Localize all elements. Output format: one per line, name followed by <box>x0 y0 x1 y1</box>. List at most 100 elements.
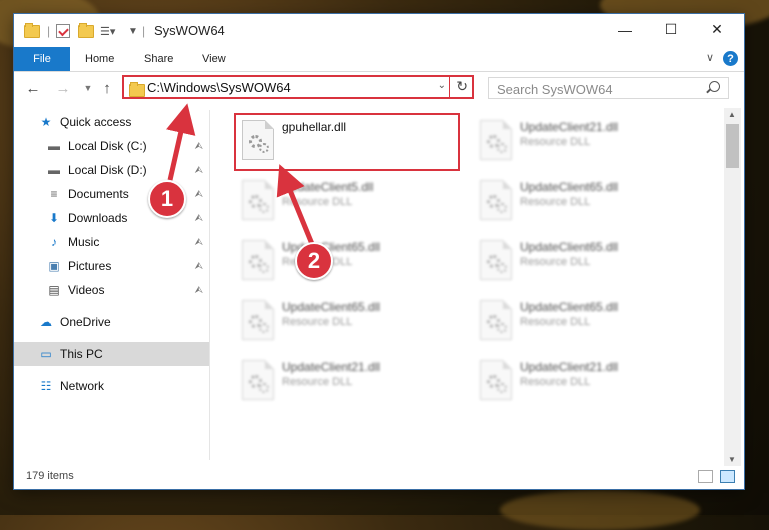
dll-file-icon <box>480 240 512 280</box>
file-name: UpdateClient65.dll <box>520 240 619 254</box>
ribbon-tabs: File Home Share View ∨ ? <box>14 47 744 72</box>
search-box[interactable] <box>488 77 729 99</box>
tab-file[interactable]: File <box>14 47 70 71</box>
properties-icon[interactable] <box>56 22 70 40</box>
file-item[interactable]: UpdateClient21.dll Resource DLL <box>234 354 464 408</box>
file-type: Resource DLL <box>520 136 591 148</box>
vertical-scrollbar[interactable]: ▲ ▼ <box>724 108 741 466</box>
sidebar-item[interactable]: ★ Quick access <box>14 110 209 134</box>
maximize-button[interactable]: ☐ <box>648 14 694 45</box>
pin-icon[interactable]: ⮙ <box>195 237 204 248</box>
details-view-button[interactable] <box>698 470 713 483</box>
sidebar-item[interactable]: ▤ Videos ⮙ <box>14 278 209 302</box>
tab-view[interactable]: View <box>202 47 226 71</box>
file-name: UpdateClient21.dll <box>520 360 619 374</box>
pin-icon[interactable]: ⮙ <box>195 141 204 152</box>
large-icons-view-button[interactable] <box>720 470 735 483</box>
recent-locations-icon[interactable]: ▼ <box>79 79 97 97</box>
file-type: Resource DLL <box>520 316 591 328</box>
step-1-badge: 1 <box>148 180 186 218</box>
navigation-bar: ← → ▼ ↑ C:\Windows\SysWOW64 ⌄ ↻ <box>14 72 744 106</box>
dll-file-icon <box>242 300 274 340</box>
file-item[interactable]: UpdateClient65.dllResource DLL <box>472 174 702 228</box>
step-2-badge: 2 <box>295 242 333 280</box>
sidebar-item-label: Documents <box>68 187 129 201</box>
sidebar-item[interactable]: ▬ Local Disk (C:) ⮙ <box>14 134 209 158</box>
help-icon[interactable]: ? <box>723 51 738 66</box>
scrollbar-thumb[interactable] <box>726 124 739 168</box>
file-type: Resource DLL <box>520 256 591 268</box>
sidebar-item-label: Music <box>68 235 100 249</box>
file-highlight-box <box>234 113 460 171</box>
address-dropdown-icon[interactable]: ⌄ <box>438 80 446 91</box>
explorer-window: | ☰▾ ▼ | SysWOW64 — ☐ ✕ File Home Share … <box>14 14 744 489</box>
file-type: Resource DLL <box>282 196 353 208</box>
tab-share[interactable]: Share <box>144 47 173 71</box>
forward-arrow-icon[interactable]: → <box>54 79 72 97</box>
file-item[interactable]: UpdateClient21.dll Resource DLL <box>472 114 702 168</box>
sidebar-item[interactable]: ☷ Network <box>14 374 209 398</box>
pin-icon[interactable]: ⮙ <box>195 285 204 296</box>
address-path[interactable]: C:\Windows\SysWOW64 <box>147 80 291 95</box>
drive-icon: ▬ <box>48 163 60 177</box>
sidebar-item-label: This PC <box>60 347 103 361</box>
sidebar-item[interactable]: ▣ Pictures ⮙ <box>14 254 209 278</box>
file-item[interactable]: UpdateClient65.dll Resource DLL <box>472 294 702 348</box>
search-icon[interactable] <box>709 81 720 92</box>
music-icon: ♪ <box>51 235 57 249</box>
scroll-down-icon[interactable]: ▼ <box>728 455 736 464</box>
window-title: SysWOW64 <box>154 23 225 38</box>
dll-file-icon <box>242 360 274 400</box>
new-folder-icon[interactable] <box>78 22 94 40</box>
address-bar[interactable]: C:\Windows\SysWOW64 ⌄ ↻ <box>122 75 474 99</box>
file-name: UpdateClient65.dll <box>520 300 619 314</box>
folder-icon <box>24 22 40 40</box>
file-item[interactable]: UpdateClient65.dllResource DLL <box>234 294 464 348</box>
tab-home[interactable]: Home <box>85 47 114 71</box>
file-name: UpdateClient5.dll <box>282 180 374 194</box>
network-icon: ☷ <box>40 379 52 393</box>
file-type: Resource DLL <box>520 376 591 388</box>
minimize-button[interactable]: — <box>602 14 648 45</box>
dll-file-icon <box>480 360 512 400</box>
file-type: Resource DLL <box>520 196 591 208</box>
dll-file-icon <box>242 180 274 220</box>
ribbon-expand-icon[interactable]: ∨ <box>706 51 714 64</box>
search-input[interactable] <box>495 80 704 98</box>
sidebar-item-label: Local Disk (C:) <box>68 139 147 153</box>
scroll-up-icon[interactable]: ▲ <box>728 110 736 119</box>
sidebar-item[interactable]: ▬ Local Disk (D:) ⮙ <box>14 158 209 182</box>
back-arrow-icon[interactable]: ← <box>24 79 42 97</box>
refresh-icon[interactable]: ↻ <box>456 78 468 95</box>
file-item[interactable]: UpdateClient21.dll Resource DLL <box>472 354 702 408</box>
sidebar-item[interactable]: ♪ Music ⮙ <box>14 230 209 254</box>
pin-icon[interactable]: ⮙ <box>195 189 204 200</box>
sidebar-item-label: Local Disk (D:) <box>68 163 147 177</box>
wallpaper-leaf <box>500 490 700 530</box>
dll-file-icon <box>480 180 512 220</box>
dropdown-arrow-icon[interactable]: ▼ <box>128 22 138 40</box>
sidebar-item-label: Videos <box>68 283 105 297</box>
sidebar-item-label: Quick access <box>60 115 132 129</box>
up-arrow-icon[interactable]: ↑ <box>98 79 116 97</box>
quick-access-customize-icon[interactable]: ☰▾ <box>100 22 115 40</box>
dll-file-icon <box>480 300 512 340</box>
cloud-icon: ☁ <box>40 315 52 329</box>
computer-icon: ▭ <box>40 347 52 361</box>
sidebar-item-label: Network <box>60 379 105 393</box>
pin-icon[interactable]: ⮙ <box>195 213 204 224</box>
star-icon: ★ <box>40 115 52 129</box>
status-bar: 179 items <box>14 466 744 488</box>
close-button[interactable]: ✕ <box>694 14 740 45</box>
sidebar-item[interactable]: ▭ This PC <box>14 342 209 366</box>
file-item[interactable]: UpdateClient65.dll Resource DLL <box>472 234 702 288</box>
dll-file-icon <box>242 240 274 280</box>
sidebar-item[interactable]: ☁ OneDrive <box>14 310 209 334</box>
file-name: UpdateClient21.dll <box>520 120 619 134</box>
sidebar-item-label: OneDrive <box>60 315 111 329</box>
pictures-icon: ▣ <box>48 259 60 273</box>
file-item[interactable]: UpdateClient5.dll Resource DLL <box>234 174 464 228</box>
pin-icon[interactable]: ⮙ <box>195 165 204 176</box>
pin-icon[interactable]: ⮙ <box>195 261 204 272</box>
file-item[interactable]: UpdateClient65.dllResource DLL <box>234 234 464 288</box>
